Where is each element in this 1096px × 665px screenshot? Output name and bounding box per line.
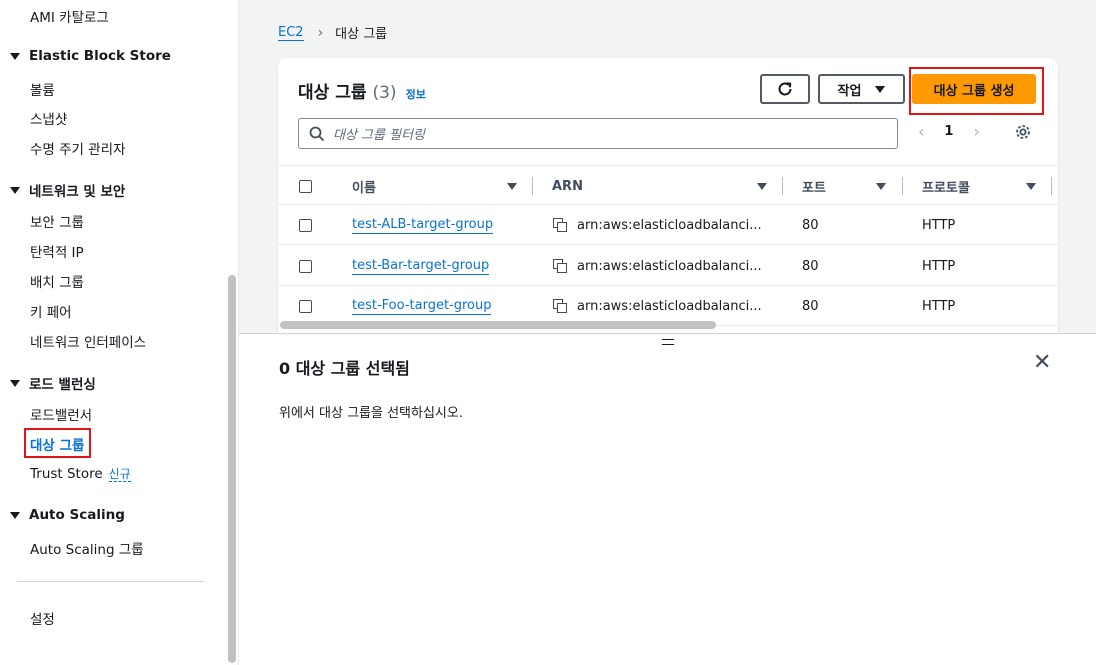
sidebar-section-label: Elastic Block Store bbox=[29, 48, 171, 64]
checkbox[interactable] bbox=[299, 179, 312, 193]
split-divider bbox=[239, 333, 1096, 334]
sort-caret-icon bbox=[507, 182, 517, 190]
sort-caret-icon bbox=[876, 182, 886, 190]
row-checkbox[interactable] bbox=[299, 299, 312, 313]
sidebar-item-network-interfaces[interactable]: 네트워크 인터페이스 bbox=[30, 331, 146, 351]
target-group-name-link[interactable]: test-Foo-target-group bbox=[352, 298, 492, 315]
row-checkbox[interactable] bbox=[299, 218, 312, 232]
protocol-value: HTTP bbox=[922, 298, 956, 314]
breadcrumb-current: 대상 그룹 bbox=[335, 27, 388, 42]
sidebar-section-ebs[interactable]: Elastic Block Store bbox=[10, 48, 171, 64]
column-divider bbox=[532, 177, 533, 195]
refresh-icon bbox=[778, 82, 792, 96]
sidebar-section-label: 로드 밸런싱 bbox=[29, 377, 96, 393]
sidebar-divider bbox=[17, 581, 204, 582]
page-title: 대상 그룹 (3) 정보 bbox=[298, 78, 426, 103]
arn-value: arn:aws:elasticloadbalanci... bbox=[577, 217, 762, 233]
sidebar-section-network[interactable]: 네트워크 및 보안 bbox=[10, 180, 125, 200]
actions-dropdown[interactable]: 작업 bbox=[818, 74, 905, 104]
item-count: (3) bbox=[372, 83, 397, 103]
table-row[interactable]: test-Bar-target-group arn:aws:elasticloa… bbox=[278, 246, 1058, 286]
protocol-value: HTTP bbox=[922, 258, 956, 274]
target-group-name-link[interactable]: test-ALB-target-group bbox=[352, 217, 494, 234]
breadcrumb: EC2 › 대상 그룹 bbox=[278, 23, 387, 42]
select-all-checkbox[interactable] bbox=[299, 166, 312, 206]
table-row[interactable]: test-Foo-target-group arn:aws:elasticloa… bbox=[278, 286, 1058, 326]
table-header: 이름 ARN 포트 프로토콜 bbox=[278, 165, 1058, 205]
sidebar-nav: AMI 카탈로그 Elastic Block Store 볼륨 스냅샷 수명 주… bbox=[0, 0, 224, 665]
info-link[interactable]: 정보 bbox=[406, 86, 426, 102]
refresh-button[interactable] bbox=[760, 74, 810, 104]
column-label: 이름 bbox=[352, 180, 376, 196]
sidebar-section-label: 네트워크 및 보안 bbox=[29, 184, 126, 200]
sidebar-item-label: Trust Store bbox=[30, 466, 103, 482]
row-checkbox[interactable] bbox=[299, 259, 312, 273]
caret-down-icon bbox=[875, 85, 886, 93]
table-row[interactable]: test-ALB-target-group arn:aws:elasticloa… bbox=[278, 205, 1058, 245]
highlight-box bbox=[909, 67, 1044, 115]
filter-input[interactable]: 대상 그룹 필터링 bbox=[298, 118, 898, 149]
caret-down-icon bbox=[10, 52, 20, 60]
settings-gear-icon[interactable] bbox=[1014, 123, 1032, 141]
port-value: 80 bbox=[802, 298, 819, 314]
sidebar-item-key-pairs[interactable]: 키 페어 bbox=[30, 301, 72, 321]
copy-icon[interactable] bbox=[553, 218, 567, 232]
filter-placeholder: 대상 그룹 필터링 bbox=[333, 128, 425, 143]
sidebar-section-autoscaling[interactable]: Auto Scaling bbox=[10, 507, 125, 523]
selection-title: 0 대상 그룹 선택됨 bbox=[279, 359, 410, 378]
horizontal-scrollbar[interactable] bbox=[280, 321, 716, 329]
column-divider bbox=[902, 177, 903, 195]
sidebar-item-volumes[interactable]: 볼륨 bbox=[30, 79, 55, 99]
column-divider bbox=[1051, 177, 1052, 195]
chevron-right-icon: › bbox=[317, 24, 324, 41]
selection-message: 위에서 대상 그룹을 선택하십시오. bbox=[279, 406, 463, 421]
column-divider bbox=[782, 177, 783, 195]
sidebar-section-label: Auto Scaling bbox=[29, 507, 125, 523]
panel-title-text: 대상 그룹 bbox=[298, 83, 367, 103]
caret-down-icon bbox=[10, 379, 20, 387]
column-header-name[interactable]: 이름 bbox=[352, 166, 522, 206]
sidebar-item-ami-catalog[interactable]: AMI 카탈로그 bbox=[30, 6, 109, 26]
column-label: 포트 bbox=[802, 180, 826, 196]
caret-down-icon bbox=[10, 186, 20, 194]
column-label: 프로토콜 bbox=[922, 180, 970, 196]
sidebar-item-settings[interactable]: 설정 bbox=[30, 608, 55, 628]
sidebar-item-placement-groups[interactable]: 배치 그룹 bbox=[30, 271, 84, 291]
copy-icon[interactable] bbox=[553, 299, 567, 313]
actions-label: 작업 bbox=[837, 83, 862, 99]
highlight-box bbox=[24, 428, 91, 458]
pagination: ‹ 1 › bbox=[918, 122, 980, 141]
copy-icon[interactable] bbox=[553, 259, 567, 273]
arn-value: arn:aws:elasticloadbalanci... bbox=[577, 258, 762, 274]
sort-caret-icon bbox=[1026, 182, 1036, 190]
column-label: ARN bbox=[552, 178, 583, 194]
new-badge: 신규 bbox=[108, 467, 131, 482]
sidebar-item-autoscaling-groups[interactable]: Auto Scaling 그룹 bbox=[30, 538, 144, 558]
column-header-protocol[interactable]: 프로토콜 bbox=[922, 166, 1042, 206]
sidebar-item-trust-store[interactable]: Trust Store 신규 bbox=[30, 465, 131, 482]
page-number[interactable]: 1 bbox=[944, 124, 953, 139]
chevron-left-icon[interactable]: ‹ bbox=[918, 122, 924, 141]
protocol-value: HTTP bbox=[922, 217, 956, 233]
close-icon[interactable]: ✕ bbox=[1033, 352, 1051, 374]
port-value: 80 bbox=[802, 217, 819, 233]
sidebar-item-security-groups[interactable]: 보안 그룹 bbox=[30, 211, 84, 231]
sidebar-section-load-balancing[interactable]: 로드 밸런싱 bbox=[10, 373, 96, 393]
sidebar-item-load-balancers[interactable]: 로드밸런서 bbox=[30, 404, 92, 424]
port-value: 80 bbox=[802, 258, 819, 274]
resize-handle-icon[interactable] bbox=[662, 339, 674, 345]
sidebar-item-lifecycle-manager[interactable]: 수명 주기 관리자 bbox=[30, 138, 126, 158]
chevron-right-icon[interactable]: › bbox=[973, 122, 979, 141]
breadcrumb-ec2-link[interactable]: EC2 bbox=[278, 25, 304, 41]
target-group-name-link[interactable]: test-Bar-target-group bbox=[352, 258, 490, 275]
caret-down-icon bbox=[10, 511, 20, 519]
sort-caret-icon bbox=[757, 182, 767, 190]
sidebar-item-elastic-ip[interactable]: 탄력적 IP bbox=[30, 241, 84, 261]
search-icon bbox=[309, 126, 325, 141]
sidebar-scrollbar[interactable] bbox=[228, 275, 236, 663]
arn-value: arn:aws:elasticloadbalanci... bbox=[577, 298, 762, 314]
sidebar-item-snapshots[interactable]: 스냅샷 bbox=[30, 108, 67, 128]
column-header-port[interactable]: 포트 bbox=[802, 166, 902, 206]
column-header-arn[interactable]: ARN bbox=[552, 166, 772, 206]
